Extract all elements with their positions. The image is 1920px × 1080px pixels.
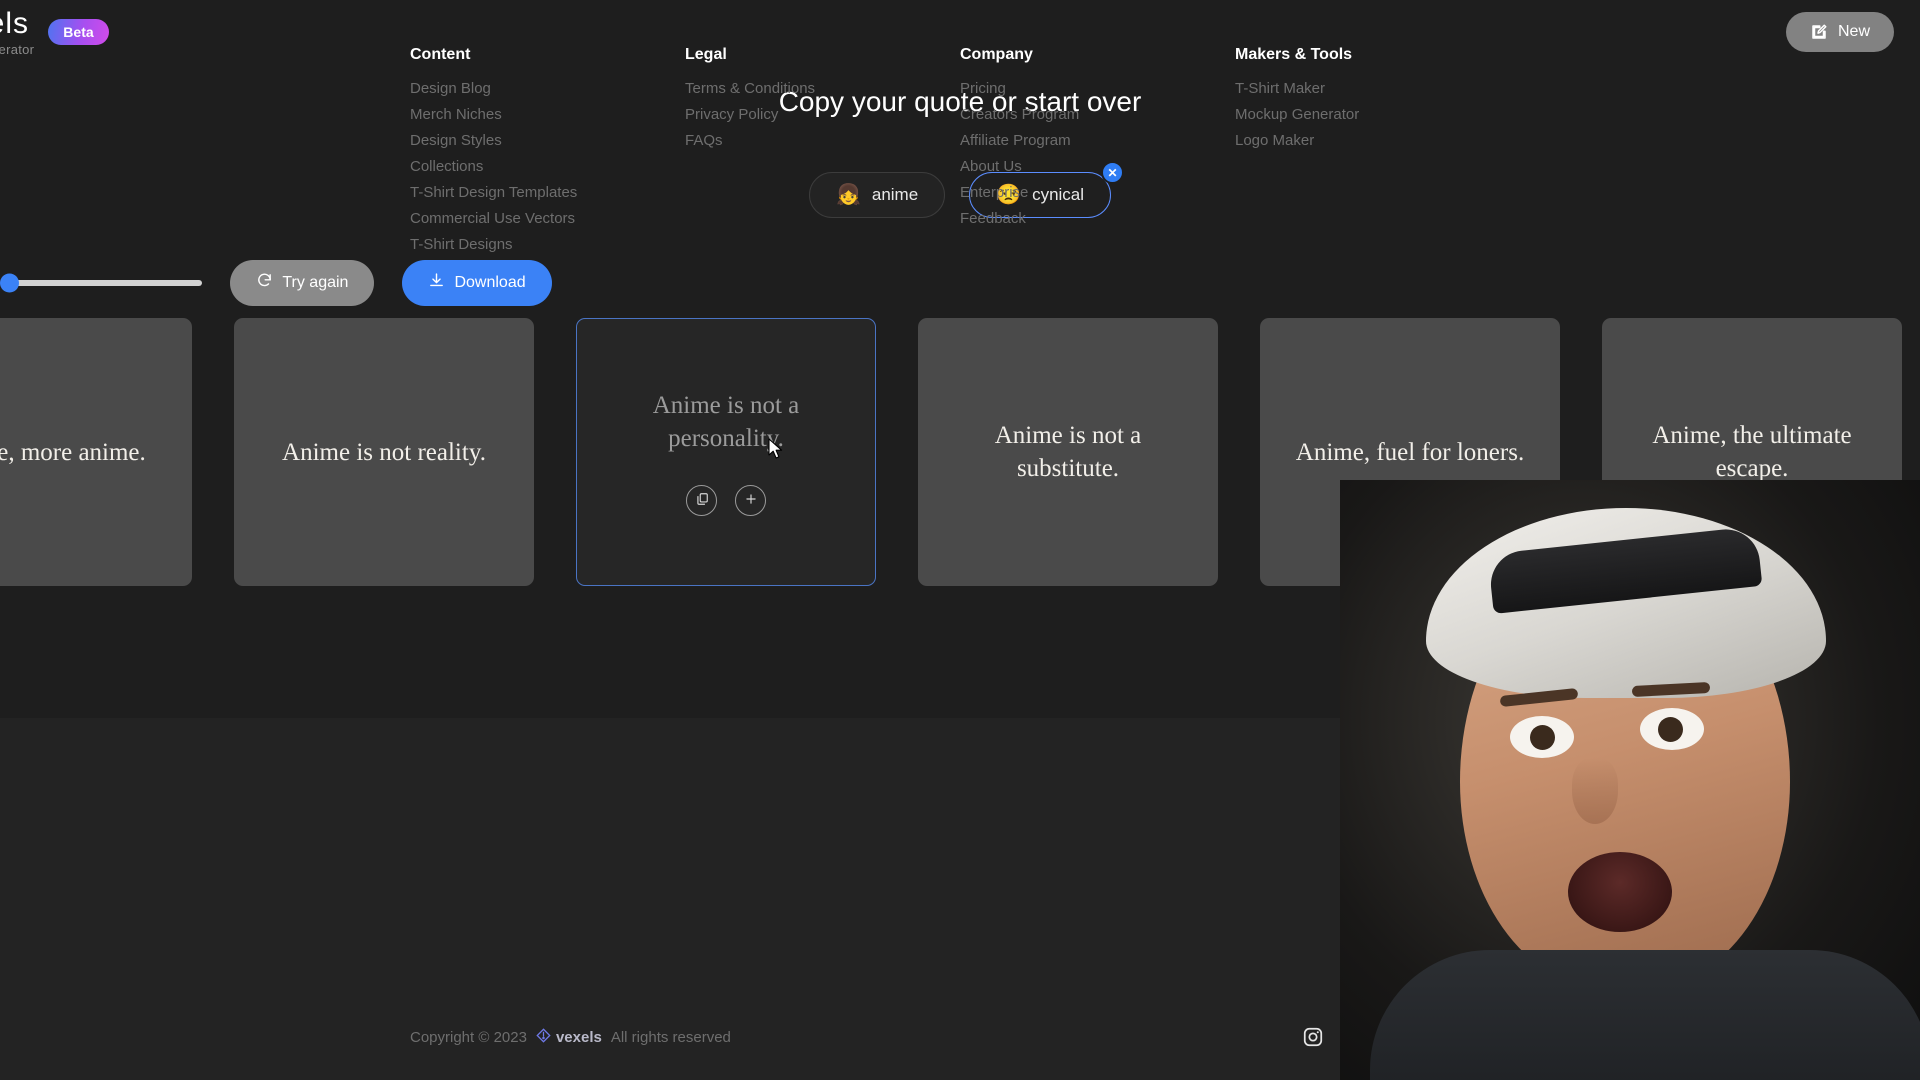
site-footer	[0, 718, 1920, 1080]
quote-card[interactable]: Anime, the ultimate escape.	[1602, 318, 1902, 586]
footer-column-content: Content Design Blog Merch Niches Design …	[410, 46, 685, 262]
footer-column-makers-tools: Makers & Tools T-Shirt Maker Mockup Gene…	[1235, 46, 1475, 262]
vexels-diamond-icon	[536, 1028, 551, 1047]
copyright-text: Copyright © 2023	[410, 1029, 527, 1046]
footer-column-legal: Legal Terms & Conditions Privacy Policy …	[685, 46, 960, 262]
quote-card[interactable]: Anime, fuel for loners.	[1260, 318, 1560, 586]
new-button-label: New	[1837, 23, 1870, 40]
try-again-button[interactable]: Try again	[230, 260, 375, 306]
footer-link[interactable]: Affiliate Program	[960, 132, 1235, 149]
copy-icon	[695, 492, 709, 509]
app-root: vexels quote generator Beta New Copy you…	[0, 0, 1920, 1080]
footer-link[interactable]: T-Shirt Design Templates	[410, 184, 685, 201]
vexels-logo-small: vexels	[536, 1028, 602, 1047]
footer-columns: Content Design Blog Merch Niches Design …	[410, 46, 1475, 262]
copy-quote-button[interactable]	[686, 484, 717, 516]
footer-link[interactable]: Commercial Use Vectors	[410, 210, 685, 227]
vexels-wordmark: vexels	[555, 1029, 602, 1046]
quote-card-active[interactable]: Anime is not a personality.	[576, 318, 876, 586]
quote-card[interactable]: Anime is not reality.	[234, 318, 534, 586]
footer-link[interactable]: Merch Niches	[410, 106, 685, 123]
edit-square-icon	[1810, 23, 1828, 41]
quote-card-carousel[interactable]: No life, more anime. Anime is not realit…	[0, 318, 1902, 586]
footer-link[interactable]: Enterprise	[960, 184, 1235, 201]
quote-text: Anime is not a personality.	[652, 391, 800, 452]
footer-link[interactable]: Mockup Generator	[1235, 106, 1475, 123]
footer-link[interactable]: Design Styles	[410, 132, 685, 149]
beta-badge: Beta	[48, 19, 109, 45]
footer-column-title: Makers & Tools	[1235, 46, 1353, 63]
add-quote-button[interactable]	[735, 484, 766, 516]
download-label: Download	[454, 274, 526, 291]
refresh-icon	[256, 272, 273, 294]
footer-link[interactable]: About Us	[960, 158, 1235, 175]
footer-link[interactable]: Privacy Policy	[685, 106, 960, 123]
footer-link[interactable]: Logo Maker	[1235, 132, 1475, 149]
footer-link[interactable]: T-Shirt Maker	[1235, 80, 1475, 97]
copyright: Copyright © 2023 vexels All rights reser…	[410, 1028, 731, 1047]
download-button[interactable]: Download	[402, 260, 552, 306]
download-icon	[428, 272, 445, 294]
quote-card-actions	[686, 484, 766, 516]
quote-card[interactable]: No life, more anime.	[0, 318, 192, 586]
quote-text: Anime is not a substitute.	[994, 422, 1142, 482]
brand-logo[interactable]: vexels quote generator Beta	[0, 6, 109, 57]
try-again-label: Try again	[282, 274, 349, 291]
quote-card[interactable]: Anime is not a substitute.	[918, 318, 1218, 586]
footer-link[interactable]: Collections	[410, 158, 685, 175]
footer-link[interactable]: Creators Program	[960, 106, 1235, 123]
footer-link[interactable]: Pricing	[960, 80, 1235, 97]
new-button[interactable]: New	[1785, 12, 1894, 52]
brand-text: vexels quote generator	[0, 6, 35, 57]
pricing-button[interactable]: Pricing	[1382, 760, 1503, 802]
length-slider[interactable]	[0, 273, 203, 293]
footer-link[interactable]: T-Shirt Designs	[410, 236, 685, 253]
footer-column-title: Legal	[685, 46, 727, 63]
footer-column-title: Company	[960, 46, 1033, 63]
footer-link[interactable]: Terms & Conditions	[685, 80, 960, 97]
brand-name: vexels	[0, 6, 30, 40]
quote-text: Anime is not reality.	[282, 438, 486, 466]
quote-text: No life, more anime.	[0, 438, 146, 466]
footer-column-company: Company Pricing Creators Program Affilia…	[960, 46, 1235, 262]
footer-link[interactable]: Design Blog	[410, 80, 685, 97]
quote-text: Anime, the ultimate escape.	[1652, 422, 1852, 482]
length-slider-group: h	[0, 273, 203, 293]
plus-icon	[744, 492, 758, 509]
footer-link[interactable]: Feedback	[960, 210, 1235, 227]
webcam-eyebrow-left	[1499, 687, 1579, 708]
footer-column-title: Content	[410, 46, 471, 63]
mouse-cursor	[768, 438, 785, 466]
instagram-icon[interactable]	[1302, 1026, 1324, 1053]
brand-subtitle: quote generator	[0, 41, 35, 57]
footer-link[interactable]: FAQs	[685, 132, 960, 149]
quote-text: Anime, fuel for loners.	[1295, 438, 1525, 466]
webcam-eyebrow-right	[1631, 681, 1711, 698]
length-slider-knob[interactable]	[0, 273, 20, 293]
rights-text: All rights reserved	[610, 1029, 731, 1046]
